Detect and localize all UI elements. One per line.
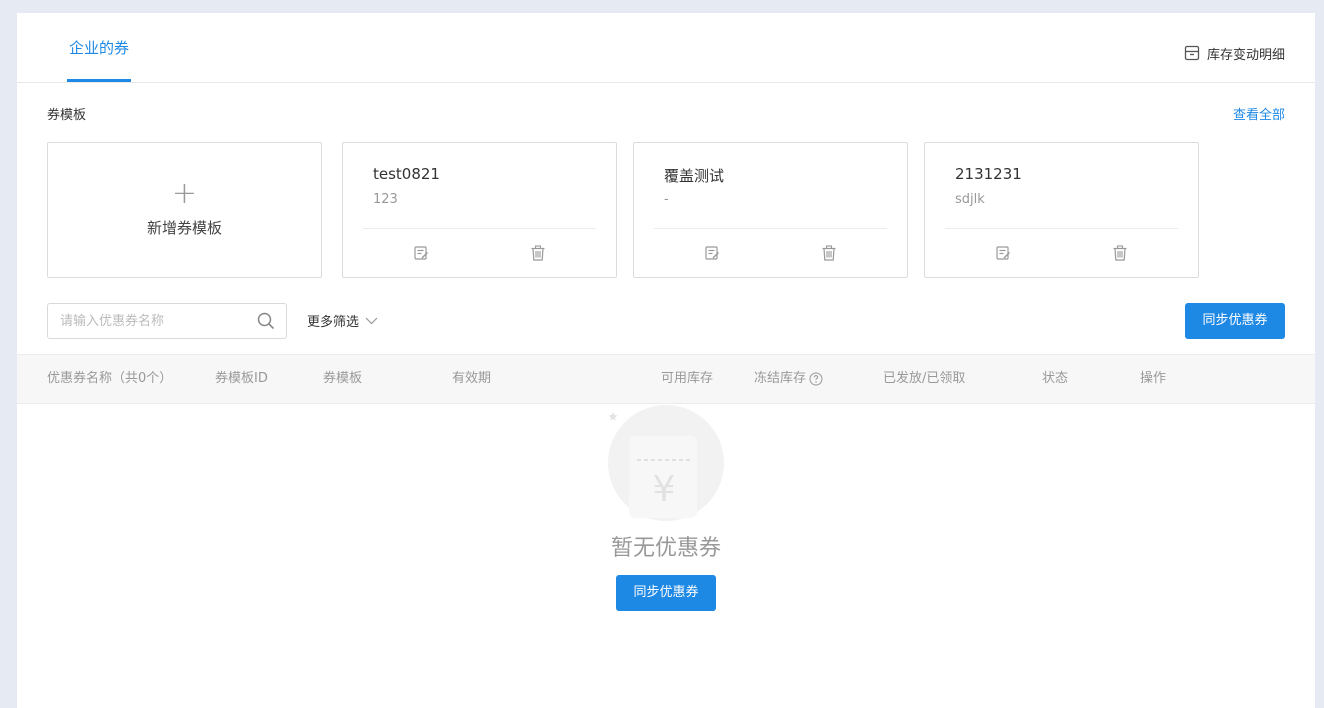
add-template-card[interactable]: + 新增券模板 bbox=[47, 142, 322, 278]
trash-icon[interactable] bbox=[1110, 243, 1130, 263]
column-header: 可用库存 bbox=[661, 371, 714, 386]
trash-icon[interactable] bbox=[528, 243, 548, 263]
table-header: 优惠券名称（共0个） 券模板ID 券模板 有效期 可用库存 冻结库存 已发放/已… bbox=[17, 354, 1315, 404]
add-template-label: 新增券模板 bbox=[146, 219, 222, 237]
template-name: 2131231 bbox=[955, 165, 1022, 183]
column-header: 券模板 bbox=[323, 371, 363, 386]
edit-icon[interactable] bbox=[993, 243, 1013, 263]
search-icon[interactable] bbox=[257, 312, 275, 330]
box-icon bbox=[1184, 45, 1200, 61]
search-box bbox=[47, 303, 287, 339]
template-name: 覆盖测试 bbox=[664, 167, 725, 185]
stock-detail-link[interactable]: 库存变动明细 bbox=[1184, 43, 1285, 63]
stock-detail-label: 库存变动明细 bbox=[1206, 47, 1285, 63]
column-header: 冻结库存 bbox=[754, 371, 807, 386]
sync-coupons-button[interactable]: 同步优惠券 bbox=[1185, 303, 1285, 339]
edit-icon[interactable] bbox=[702, 243, 722, 263]
column-header: 操作 bbox=[1140, 371, 1167, 386]
template-card: 2131231 sdjlk bbox=[924, 142, 1199, 278]
column-header: 优惠券名称（共0个） bbox=[47, 371, 173, 386]
template-card: test0821 123 bbox=[342, 142, 617, 278]
svg-text:¥: ¥ bbox=[653, 469, 676, 510]
empty-coupon-illustration: ¥ bbox=[608, 405, 724, 521]
view-all-link[interactable]: 查看全部 bbox=[1233, 104, 1285, 123]
section-title: 券模板 bbox=[47, 108, 87, 123]
template-card: 覆盖测试 - bbox=[633, 142, 908, 278]
more-filter-label: 更多筛选 bbox=[307, 315, 360, 330]
template-desc: 123 bbox=[373, 192, 398, 207]
card-divider bbox=[945, 228, 1178, 229]
search-input[interactable] bbox=[48, 304, 248, 338]
column-header: 券模板ID bbox=[215, 371, 268, 386]
column-header-frozen-stock: 冻结库存 bbox=[754, 355, 823, 403]
active-tab-indicator bbox=[67, 79, 131, 82]
tab-bar: 企业的券 库存变动明细 bbox=[17, 13, 1315, 83]
column-header: 有效期 bbox=[452, 371, 492, 386]
trash-icon[interactable] bbox=[819, 243, 839, 263]
column-header: 已发放/已领取 bbox=[883, 371, 966, 386]
template-desc: sdjlk bbox=[955, 192, 985, 207]
more-filter-dropdown[interactable]: 更多筛选 bbox=[307, 311, 378, 330]
card-divider bbox=[363, 228, 596, 229]
edit-icon[interactable] bbox=[411, 243, 431, 263]
chevron-down-icon bbox=[365, 317, 378, 324]
empty-sync-coupons-button[interactable]: 同步优惠券 bbox=[616, 575, 716, 611]
empty-state-text: 暂无优惠券 bbox=[610, 536, 721, 561]
card-divider bbox=[654, 228, 887, 229]
tab-enterprise-coupons[interactable]: 企业的券 bbox=[67, 13, 131, 82]
template-name: test0821 bbox=[373, 165, 440, 183]
column-header: 状态 bbox=[1042, 371, 1069, 386]
plus-icon: + bbox=[171, 176, 198, 211]
help-icon[interactable] bbox=[809, 372, 823, 386]
main-panel: 企业的券 库存变动明细 券模板 查看全部 + 新增券模板 test0821 12… bbox=[17, 13, 1315, 708]
template-desc: - bbox=[664, 192, 669, 207]
